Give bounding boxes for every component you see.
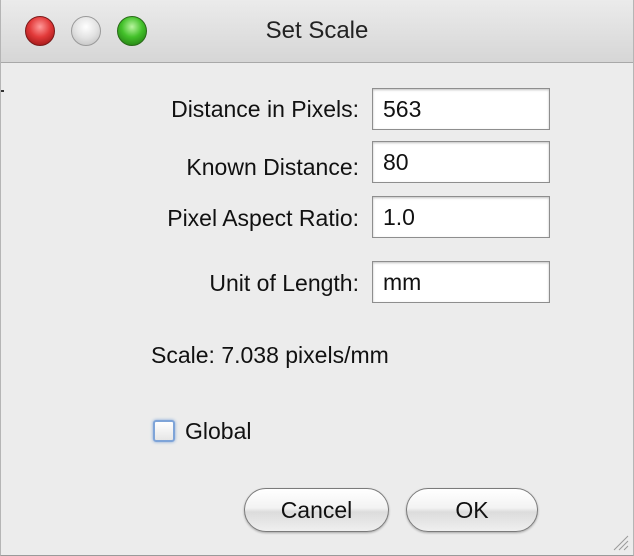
resize-grip-icon[interactable] bbox=[611, 533, 629, 551]
scale-readout: Scale: 7.038 pixels/mm bbox=[151, 342, 389, 368]
distance-in-pixels-field[interactable] bbox=[372, 88, 550, 130]
known-distance-label: Known Distance: bbox=[186, 154, 359, 180]
set-scale-dialog: Set Scale Distance in Pixels: Known Dist… bbox=[0, 0, 634, 556]
pixel-aspect-ratio-label: Pixel Aspect Ratio: bbox=[167, 205, 359, 231]
ok-button[interactable]: OK bbox=[406, 488, 538, 532]
known-distance-field[interactable] bbox=[372, 141, 550, 183]
title-bar[interactable]: Set Scale bbox=[1, 0, 633, 63]
unit-of-length-field[interactable] bbox=[372, 261, 550, 303]
window-title: Set Scale bbox=[265, 17, 369, 44]
pixel-aspect-ratio-field[interactable] bbox=[372, 196, 550, 238]
unit-of-length-label: Unit of Length: bbox=[209, 270, 359, 296]
window-edge-mark bbox=[1, 90, 4, 92]
cancel-button[interactable]: Cancel bbox=[244, 488, 389, 532]
global-checkbox-label[interactable]: Global bbox=[185, 418, 251, 445]
distance-in-pixels-label: Distance in Pixels: bbox=[171, 96, 359, 122]
global-checkbox[interactable] bbox=[153, 420, 175, 442]
